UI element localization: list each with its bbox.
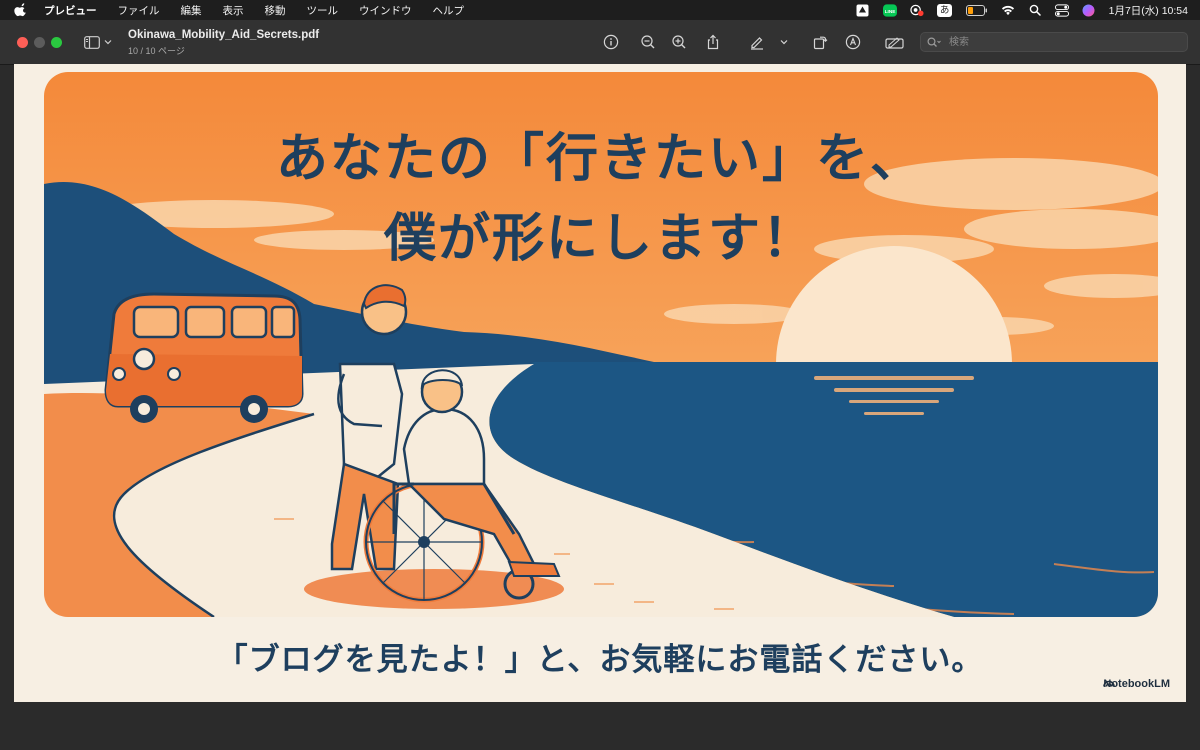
search-input[interactable] xyxy=(947,35,1181,49)
markup-menu-button[interactable] xyxy=(778,33,790,51)
menu-tools[interactable]: ツール xyxy=(307,3,339,18)
rotate-button[interactable] xyxy=(811,33,829,51)
rotate-icon xyxy=(813,36,828,50)
wifi-icon[interactable] xyxy=(1001,3,1015,17)
pen-icon xyxy=(751,37,763,50)
sidebar-toggle-button[interactable] xyxy=(84,34,114,50)
drive-icon[interactable] xyxy=(856,3,870,17)
slide-headline-line1: あなたの「行きたい」を、 xyxy=(275,129,924,189)
form-icon xyxy=(885,37,904,49)
menu-view[interactable]: 表示 xyxy=(223,3,244,18)
search-icon xyxy=(927,36,941,47)
share-button[interactable] xyxy=(704,33,722,51)
camper-van xyxy=(104,292,304,423)
brand-watermark: NotebookLM xyxy=(1103,678,1170,690)
control-center-icon[interactable] xyxy=(1054,3,1069,17)
battery-icon[interactable] xyxy=(965,3,988,17)
window-close-button[interactable] xyxy=(17,37,28,48)
markup-circle-icon xyxy=(845,34,861,50)
input-method-icon[interactable]: あ xyxy=(936,3,953,17)
record-icon[interactable] xyxy=(909,3,924,17)
annotate-button[interactable] xyxy=(844,33,862,51)
menu-help[interactable]: ヘルプ xyxy=(433,3,465,18)
notebooklm-logo-icon xyxy=(1103,680,1116,687)
menu-bar: プレビュー ファイル 編集 表示 移動 ツール ウインドウ ヘルプ LINE あ xyxy=(0,0,1200,20)
spotlight-search-icon[interactable] xyxy=(1028,3,1042,17)
zoom-in-icon xyxy=(672,35,686,49)
siri-icon[interactable] xyxy=(1082,3,1096,17)
window-minimize-button[interactable] xyxy=(34,37,45,48)
zoom-in-button[interactable] xyxy=(670,33,688,51)
menu-file[interactable]: ファイル xyxy=(118,3,160,18)
share-icon xyxy=(707,34,719,50)
slide-call-to-action: 「ブログを見たよ！」と、お気軽にお電話ください。 xyxy=(216,642,984,678)
menu-clock[interactable]: 1月7日(水) 10:54 xyxy=(1109,3,1188,18)
sidebar-icon xyxy=(84,35,100,49)
chevron-down-icon xyxy=(104,40,112,45)
page-indicator: 10 / 10 ページ xyxy=(128,46,185,56)
form-fill-button[interactable] xyxy=(884,33,906,51)
window-background xyxy=(0,702,1200,750)
ime-label: あ xyxy=(936,3,953,17)
pdf-page[interactable]: あなたの「行きたい」を、 僕が形にします！ 「ブログを見たよ！」と、お気軽にお電… xyxy=(14,64,1186,702)
line-badge: LINE xyxy=(884,8,895,13)
line-icon[interactable]: LINE xyxy=(882,3,897,17)
search-field[interactable] xyxy=(920,32,1188,52)
window-toolbar: Okinawa_Mobility_Aid_Secrets.pdf 10 / 10… xyxy=(0,20,1200,65)
markup-pen-button[interactable] xyxy=(748,33,766,51)
info-button[interactable] xyxy=(602,33,620,51)
slide-headline-line2: 僕が形にします！ xyxy=(383,209,816,269)
menu-app-name[interactable]: プレビュー xyxy=(44,3,97,18)
menu-go[interactable]: 移動 xyxy=(265,3,286,18)
apple-icon[interactable] xyxy=(14,3,28,17)
info-icon xyxy=(603,34,619,50)
document-title: Okinawa_Mobility_Aid_Secrets.pdf xyxy=(128,29,320,41)
zoom-out-button[interactable] xyxy=(639,33,657,51)
menu-window[interactable]: ウインドウ xyxy=(359,3,412,18)
zoom-out-icon xyxy=(641,35,655,49)
window-zoom-button[interactable] xyxy=(51,37,62,48)
chevron-down-icon xyxy=(780,40,788,45)
menu-edit[interactable]: 編集 xyxy=(181,3,202,18)
